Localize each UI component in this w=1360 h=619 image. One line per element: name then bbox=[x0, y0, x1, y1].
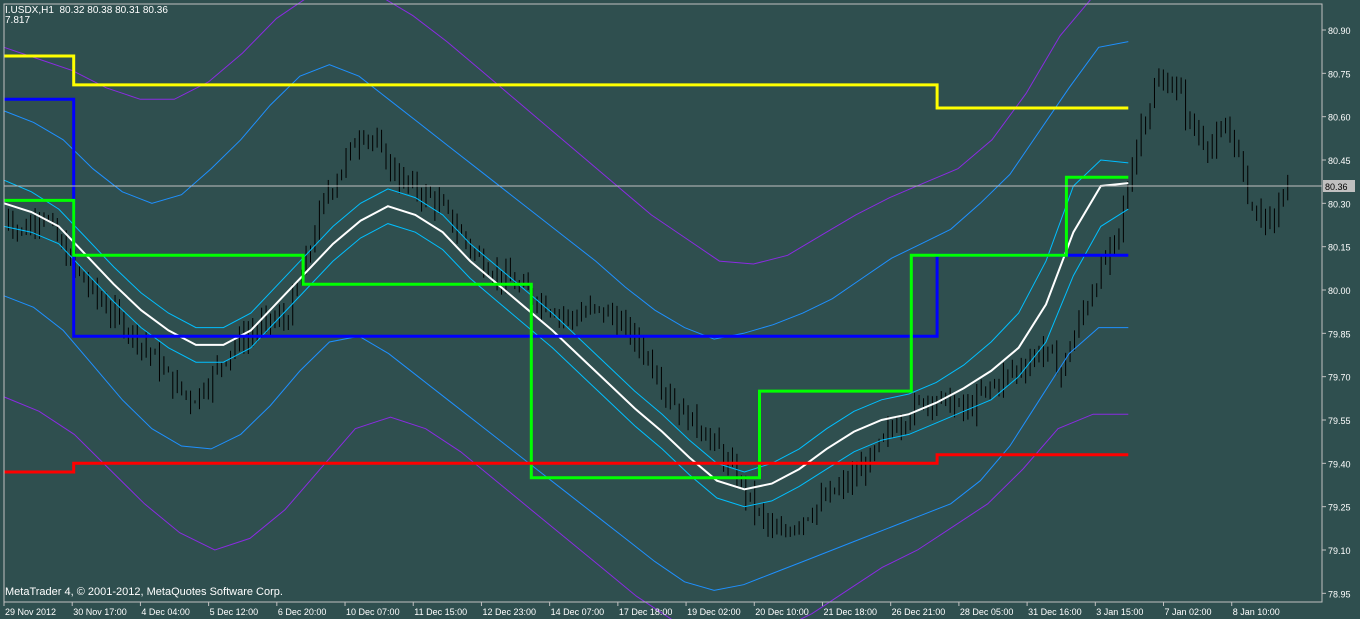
copyright-text: MetaTrader 4, © 2001-2012, MetaQuotes So… bbox=[5, 586, 283, 598]
x-tick-label: 19 Dec 02:00 bbox=[687, 607, 741, 617]
chart-background bbox=[0, 0, 1360, 619]
y-tick-label: 78.95 bbox=[1328, 589, 1351, 599]
x-tick-label: 12 Dec 23:00 bbox=[482, 607, 536, 617]
y-tick-label: 79.25 bbox=[1328, 503, 1351, 513]
x-tick-label: 17 Dec 18:00 bbox=[619, 607, 673, 617]
y-tick-label: 80.75 bbox=[1328, 69, 1351, 79]
y-tick-label: 80.45 bbox=[1328, 156, 1351, 166]
price-chart[interactable]: 80.90 80.75 80.60 80.45 80.30 80.15 80.00 79.85… bbox=[0, 0, 1360, 619]
x-tick-label: 26 Dec 21:00 bbox=[892, 607, 946, 617]
x-tick-label: 5 Dec 12:00 bbox=[210, 607, 259, 617]
y-tick-label: 79.55 bbox=[1328, 416, 1351, 426]
x-tick-label: 28 Dec 05:00 bbox=[960, 607, 1014, 617]
x-tick-label: 3 Jan 15:00 bbox=[1096, 607, 1143, 617]
y-tick-label: 80.90 bbox=[1328, 26, 1351, 36]
x-tick-label: 31 Dec 16:00 bbox=[1028, 607, 1082, 617]
x-tick-label: 11 Dec 15:00 bbox=[414, 607, 467, 617]
x-tick-label: 6 Dec 20:00 bbox=[278, 607, 327, 617]
indicator-value: 7.817 bbox=[5, 15, 31, 26]
x-tick-label: 30 Nov 17:00 bbox=[73, 607, 127, 617]
current-price-label: 80.36 bbox=[1325, 182, 1348, 192]
y-tick-label: 80.60 bbox=[1328, 113, 1351, 123]
x-tick-label: 4 Dec 04:00 bbox=[141, 607, 190, 617]
x-tick-label: 7 Jan 02:00 bbox=[1165, 607, 1212, 617]
x-tick-label: 20 Dec 10:00 bbox=[755, 607, 809, 617]
x-tick-label: 29 Nov 2012 bbox=[5, 607, 56, 617]
x-tick-label: 14 Dec 07:00 bbox=[551, 607, 605, 617]
x-tick-label: 21 Dec 18:00 bbox=[823, 607, 877, 617]
y-tick-label: 80.30 bbox=[1328, 199, 1351, 209]
y-tick-label: 79.40 bbox=[1328, 459, 1351, 469]
y-tick-label: 79.10 bbox=[1328, 546, 1351, 556]
x-tick-label: 8 Jan 10:00 bbox=[1233, 607, 1280, 617]
x-tick-label: 10 Dec 07:00 bbox=[346, 607, 400, 617]
y-tick-label: 80.15 bbox=[1328, 243, 1351, 253]
y-tick-label: 79.70 bbox=[1328, 373, 1351, 383]
y-tick-label: 80.00 bbox=[1328, 286, 1351, 296]
y-tick-label: 79.85 bbox=[1328, 329, 1351, 339]
